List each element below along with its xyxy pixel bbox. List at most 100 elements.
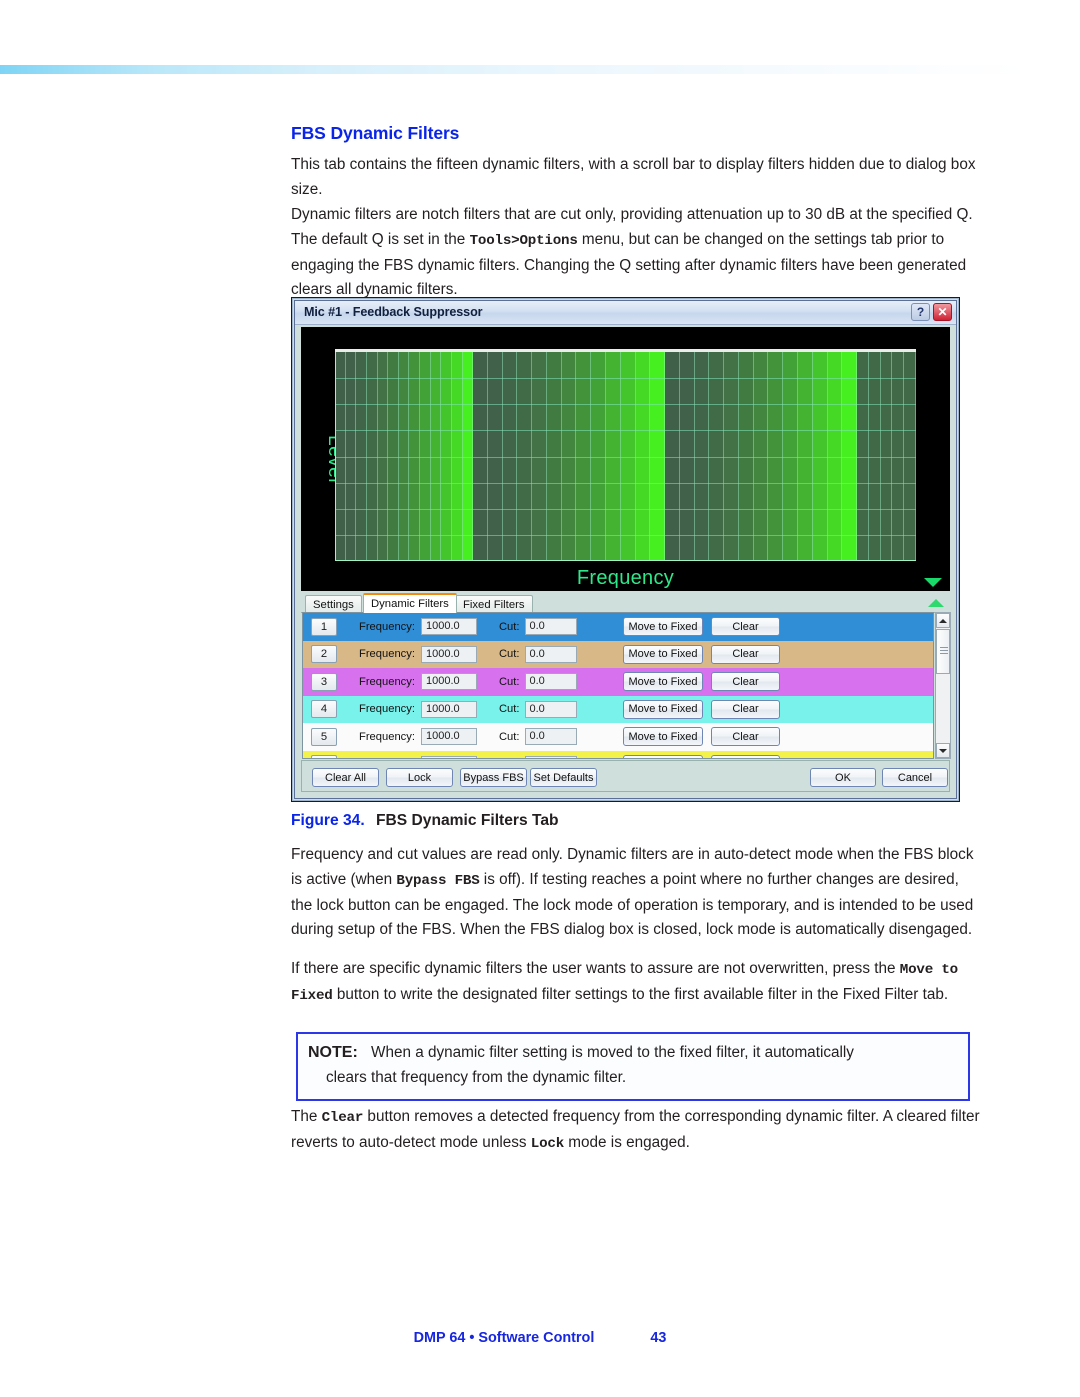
frequency-label: Frequency:	[359, 730, 415, 743]
clear-filter-button[interactable]: Clear	[711, 617, 780, 637]
scroll-down-button[interactable]	[936, 743, 950, 758]
frequency-value[interactable]: 1000.0	[420, 645, 477, 663]
help-icon[interactable]: ?	[911, 303, 930, 321]
tab-strip: Settings Dynamic Filters Fixed Filters	[301, 593, 950, 613]
clear-filter-button[interactable]: Clear	[711, 699, 780, 719]
bypass-fbs-button[interactable]: Bypass FBS	[460, 768, 527, 787]
cut-label: Cut:	[498, 675, 520, 688]
frequency-value[interactable]: 1000.0	[420, 618, 477, 636]
dynamic-filters-paragraph: Dynamic filters are notch filters that a…	[291, 203, 981, 303]
clear-filter-button[interactable]: Clear	[711, 644, 780, 664]
triangle-down-icon	[939, 748, 947, 753]
cut-value[interactable]: 0.0	[524, 755, 577, 758]
frequency-value[interactable]: 1000.0	[420, 700, 477, 718]
frequency-label: Frequency:	[359, 703, 415, 716]
move-to-fixed-button[interactable]: Move to Fixed	[623, 754, 703, 758]
scroll-up-button[interactable]	[936, 613, 950, 628]
tab-fixed-filters[interactable]: Fixed Filters	[455, 595, 533, 613]
dialog-button-bar: Clear All Lock Bypass FBS Set Defaults O…	[301, 760, 950, 792]
move-to-fixed-button[interactable]: Move to Fixed	[623, 644, 703, 664]
frequency-value[interactable]: 1000.0	[420, 755, 477, 758]
filter-row[interactable]: 1 Frequency: 1000.0 Cut: 0.0 Move to Fixed Cle…	[303, 613, 933, 641]
frequency-label: Frequency:	[359, 620, 415, 633]
filter-row[interactable]: 2 Frequency: 1000.0 Cut: 0.0 Move to Fixed Cle…	[303, 640, 933, 668]
clear-text-c: mode is engaged.	[564, 1133, 690, 1151]
filter-row[interactable]: 3 Frequency: 1000.0 Cut: 0.0 Move to Fixed Cle…	[303, 668, 933, 696]
clear-filter-button[interactable]: Clear	[711, 754, 780, 758]
dialog-frame: Mic #1 - Feedback Suppressor ? ✕ Level -…	[294, 300, 957, 799]
page-footer: DMP 64 • Software Control 43	[0, 1330, 1080, 1346]
dialog-titlebar[interactable]: Mic #1 - Feedback Suppressor ? ✕	[295, 301, 956, 325]
cut-value[interactable]: 0.0	[524, 645, 577, 663]
filter-index: 6	[311, 755, 337, 758]
filter-row[interactable]: 6 Frequency: 1000.0 Cut: 0.0 Move to Fixed Cle…	[303, 750, 933, 759]
move-to-fixed-button[interactable]: Move to Fixed	[623, 699, 703, 719]
cut-label: Cut:	[499, 758, 520, 759]
readonly-paragraph: Frequency and cut values are read only. …	[291, 843, 981, 943]
clear-filter-button[interactable]: Clear	[711, 727, 780, 747]
frequency-value[interactable]: 1000.0	[420, 673, 477, 691]
close-icon[interactable]: ✕	[933, 303, 952, 321]
move-to-fixed-button[interactable]: Move to Fixed	[623, 617, 703, 637]
filter-index: 3	[311, 672, 337, 691]
tab-settings[interactable]: Settings	[305, 595, 362, 613]
frequency-label: Frequency:	[359, 675, 415, 688]
move-to-fixed-paragraph: If there are specific dynamic filters th…	[291, 957, 981, 1009]
cut-label: Cut:	[498, 730, 520, 743]
plot-border	[335, 352, 916, 561]
note-line-1: When a dynamic filter setting is moved t…	[371, 1044, 854, 1061]
dynamic-filter-list[interactable]: 1 Frequency: 1000.0 Cut: 0.0 Move to Fixed Cle…	[302, 612, 934, 759]
cut-value[interactable]: 0.0	[524, 700, 577, 718]
frequency-value[interactable]: 1000.0	[420, 728, 477, 746]
chevron-up-icon[interactable]	[928, 599, 944, 607]
intro-text: This tab contains the fifteen dynamic fi…	[291, 156, 976, 198]
filter-row[interactable]: 4 Frequency: 1000.0 Cut: 0.0 Move to Fixed Cle…	[303, 695, 933, 723]
clear-filter-button[interactable]: Clear	[711, 672, 780, 692]
filter-index: 2	[311, 645, 337, 664]
cut-value[interactable]: 0.0	[524, 673, 577, 691]
intro-paragraph: This tab contains the fifteen dynamic fi…	[291, 153, 981, 203]
set-defaults-button[interactable]: Set Defaults	[530, 768, 597, 787]
mtf-text-b: button to write the designated filter se…	[332, 985, 949, 1003]
cut-value[interactable]: 0.0	[524, 618, 577, 636]
titlebar-buttons: ? ✕	[911, 303, 952, 321]
dialog-title: Mic #1 - Feedback Suppressor	[304, 305, 483, 319]
tools-options-code: Tools>Options	[469, 232, 578, 249]
graph-plot-area[interactable]: -8-24-40-56 201001k10k	[335, 349, 916, 561]
clear-paragraph: The Clear button removes a detected freq…	[291, 1105, 981, 1157]
figure-caption: Figure 34. FBS Dynamic Filters Tab	[291, 812, 559, 830]
filter-index: 4	[311, 700, 337, 719]
filter-list-scrollbar[interactable]	[935, 612, 951, 759]
cut-value[interactable]: 0.0	[524, 728, 577, 746]
filter-index: 1	[311, 617, 337, 636]
lock-button[interactable]: Lock	[386, 768, 453, 787]
chevron-down-icon[interactable]	[924, 578, 942, 587]
filter-index: 5	[311, 727, 337, 746]
move-to-fixed-button[interactable]: Move to Fixed	[623, 672, 703, 692]
footer-title: DMP 64 • Software Control	[413, 1330, 595, 1346]
feedback-suppressor-dialog: Mic #1 - Feedback Suppressor ? ✕ Level -…	[291, 297, 960, 802]
frequency-label: Frequency:	[359, 758, 415, 759]
spectrum-graph: Level -8-24-40-56 201001k10k Frequency	[301, 327, 950, 591]
note-label: NOTE:	[308, 1044, 358, 1061]
page-header-rule	[0, 65, 1080, 74]
move-to-fixed-button[interactable]: Move to Fixed	[623, 727, 703, 747]
mtf-text-a: If there are specific dynamic filters th…	[291, 960, 900, 977]
scrollbar-grip-icon	[940, 650, 948, 651]
lock-code: Lock	[530, 1135, 565, 1152]
footer-page-number: 43	[650, 1330, 667, 1346]
scrollbar-thumb[interactable]	[936, 629, 950, 674]
clear-text-a: The	[291, 1108, 322, 1125]
cut-label: Cut:	[498, 648, 520, 661]
figure-caption-text: FBS Dynamic Filters Tab	[376, 812, 559, 829]
clear-all-button[interactable]: Clear All	[312, 768, 379, 787]
clear-code: Clear	[321, 1110, 364, 1126]
tab-dynamic-filters[interactable]: Dynamic Filters	[363, 593, 457, 613]
cancel-button[interactable]: Cancel	[882, 768, 948, 787]
figure-number: Figure 34.	[291, 812, 365, 829]
filter-row[interactable]: 5 Frequency: 1000.0 Cut: 0.0 Move to Fixed Cle…	[303, 723, 933, 751]
x-axis-label: Frequency	[576, 567, 675, 589]
page-title: FBS Dynamic Filters	[291, 123, 460, 143]
ok-button[interactable]: OK	[810, 768, 876, 787]
cut-label: Cut:	[498, 620, 520, 633]
